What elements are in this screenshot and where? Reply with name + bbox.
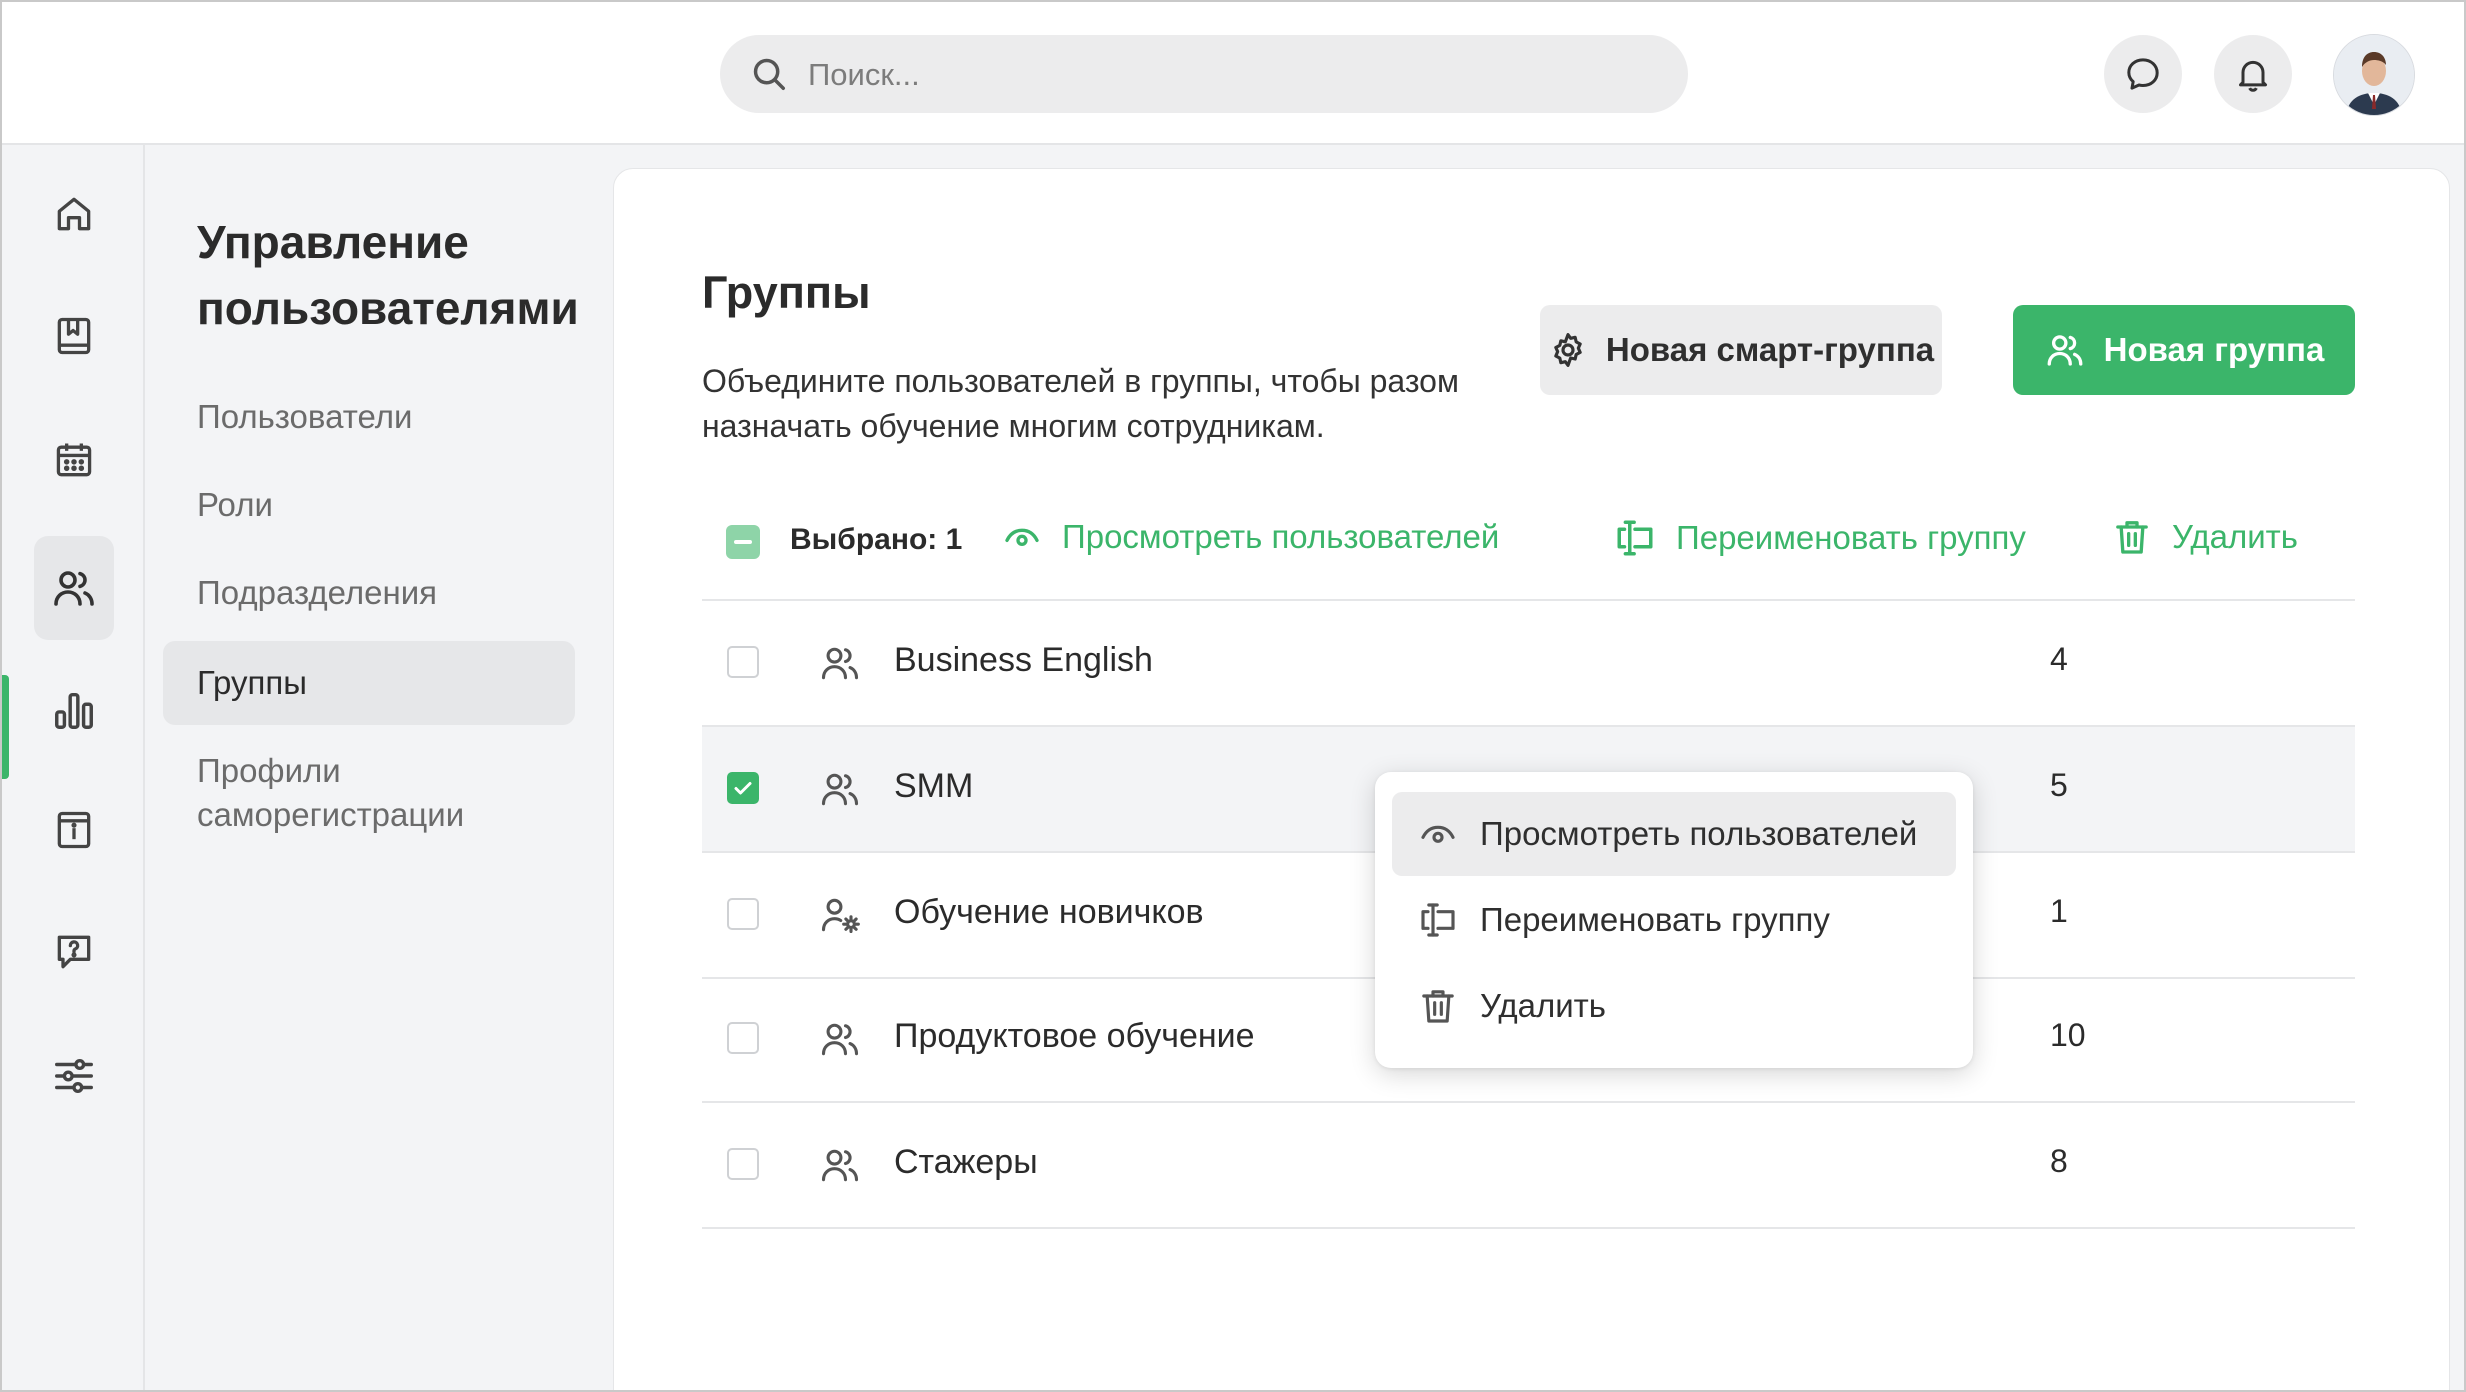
menu-item-delete-label: Удалить xyxy=(1480,987,1606,1024)
book-icon xyxy=(57,317,91,355)
group-name: Продуктовое обучение xyxy=(894,1017,1255,1055)
search-bar[interactable] xyxy=(720,35,1688,115)
group-name: Business English xyxy=(894,641,1153,679)
users-icon xyxy=(821,647,859,680)
group-member-count: 1 xyxy=(2050,893,2068,929)
bulk-actions-bar: Выбрано: 1 Просмотреть пользователей Пер… xyxy=(702,509,2355,601)
new-smart-group-label: Новая смарт-группа xyxy=(1605,331,1935,368)
new-group-button[interactable]: Новая группа xyxy=(2013,305,2355,395)
rail-info[interactable] xyxy=(34,790,114,870)
check-icon xyxy=(734,782,752,795)
subnav-item-self-registration[interactable]: Профили саморегистрации xyxy=(163,749,593,837)
rename-icon xyxy=(1421,903,1455,937)
bulk-rename-label: Переименовать группу xyxy=(1676,519,2026,556)
info-board-icon xyxy=(57,811,91,849)
bulk-delete-button[interactable]: Удалить xyxy=(2112,517,2298,557)
users-icon xyxy=(2047,335,2083,366)
group-row[interactable]: Стажеры 8 xyxy=(702,1103,2355,1229)
calendar-icon xyxy=(56,443,92,477)
users-icon xyxy=(821,1149,859,1182)
question-bubble-icon xyxy=(57,935,91,969)
messages-button[interactable] xyxy=(2104,35,2182,113)
row-checkbox[interactable] xyxy=(727,898,759,930)
bell-icon xyxy=(2239,60,2267,92)
menu-item-rename-label: Переименовать группу xyxy=(1480,901,1830,938)
new-group-label: Новая группа xyxy=(2103,331,2325,368)
rail-calendar[interactable] xyxy=(34,420,114,500)
group-member-count: 4 xyxy=(2050,641,2068,677)
group-member-count: 5 xyxy=(2050,767,2068,803)
bulk-delete-label: Удалить xyxy=(2172,518,2298,555)
eye-icon xyxy=(1421,825,1455,843)
rail-settings[interactable] xyxy=(34,1036,114,1116)
row-checkbox[interactable] xyxy=(727,772,759,804)
user-avatar[interactable] xyxy=(2333,34,2415,116)
subnav-item-users[interactable]: Пользователи xyxy=(163,395,575,439)
subnav-item-groups[interactable]: Группы xyxy=(163,641,575,725)
users-icon xyxy=(821,773,859,806)
subnav-item-roles[interactable]: Роли xyxy=(163,483,575,527)
menu-item-rename[interactable]: Переименовать группу xyxy=(1392,878,1956,962)
rail-analytics[interactable] xyxy=(34,670,114,750)
row-checkbox[interactable] xyxy=(727,1022,759,1054)
subnav-item-departments[interactable]: Подразделения xyxy=(163,571,575,615)
rail-users[interactable] xyxy=(34,536,114,640)
row-context-menu: Просмотреть пользователей Переименовать … xyxy=(1375,772,1973,1068)
row-checkbox[interactable] xyxy=(727,646,759,678)
search-input[interactable] xyxy=(806,35,1650,115)
top-bar xyxy=(2,2,2464,145)
users-icon xyxy=(54,571,94,606)
group-member-count: 10 xyxy=(2050,1017,2086,1053)
group-name: Обучение новичков xyxy=(894,893,1204,931)
gear-icon xyxy=(1554,333,1582,367)
rail-active-indicator xyxy=(2,675,9,779)
user-photo-icon xyxy=(2334,35,2414,115)
trash-icon xyxy=(1422,990,1454,1023)
bulk-rename-button[interactable]: Переименовать группу xyxy=(1614,517,2026,559)
users-icon xyxy=(821,1023,859,1056)
group-member-count: 8 xyxy=(2050,1143,2068,1179)
app-window: Управление пользователями Пользователи Р… xyxy=(0,0,2466,1392)
section-title: Управление пользователями xyxy=(197,216,579,334)
rail-courses[interactable] xyxy=(34,296,114,376)
section-nav: Управление пользователями Пользователи Р… xyxy=(145,145,610,1390)
group-row[interactable]: Business English 4 xyxy=(702,601,2355,727)
group-name: SMM xyxy=(894,767,974,805)
eye-icon xyxy=(1005,528,1039,547)
search-icon xyxy=(753,58,785,90)
group-name: Стажеры xyxy=(894,1143,1038,1181)
row-checkbox[interactable] xyxy=(727,1148,759,1180)
page-description: Объедините пользователей в группы, чтобы… xyxy=(702,363,1459,444)
menu-item-view-users[interactable]: Просмотреть пользователей xyxy=(1392,792,1956,876)
trash-icon xyxy=(2116,521,2148,554)
bulk-view-users-button[interactable]: Просмотреть пользователей xyxy=(1002,517,1499,557)
icon-rail xyxy=(2,145,145,1390)
menu-item-view-users-label: Просмотреть пользователей xyxy=(1480,815,1918,852)
new-smart-group-button[interactable]: Новая смарт-группа xyxy=(1540,305,1942,395)
page-title: Группы xyxy=(702,267,871,318)
sliders-icon xyxy=(55,1058,93,1094)
home-icon xyxy=(57,197,91,231)
notifications-button[interactable] xyxy=(2214,35,2292,113)
rail-help[interactable] xyxy=(34,912,114,992)
bar-chart-icon xyxy=(55,692,93,729)
smart-group-icon xyxy=(821,898,860,934)
rail-home[interactable] xyxy=(34,174,114,254)
selected-count: Выбрано: 1 xyxy=(790,523,963,556)
bulk-view-users-label: Просмотреть пользователей xyxy=(1062,518,1500,555)
select-all-checkbox[interactable] xyxy=(726,525,760,559)
chat-bubble-icon xyxy=(2127,58,2159,90)
rename-icon xyxy=(1617,520,1653,556)
menu-item-delete[interactable]: Удалить xyxy=(1392,964,1956,1048)
